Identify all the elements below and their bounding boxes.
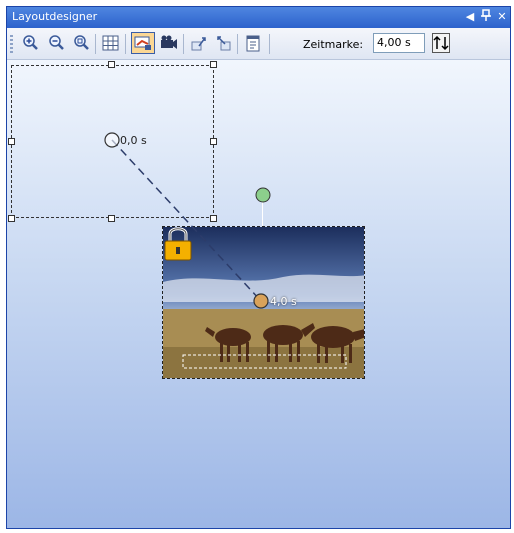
end-time-marker[interactable] bbox=[253, 293, 269, 309]
up-down-arrow-icon bbox=[433, 35, 449, 51]
camera-icon bbox=[161, 35, 177, 49]
grid-icon bbox=[102, 35, 119, 51]
motion-path-button[interactable] bbox=[131, 32, 155, 54]
zoom-out-button[interactable] bbox=[46, 33, 66, 53]
properties-icon bbox=[246, 35, 260, 52]
camera-button[interactable] bbox=[159, 33, 179, 53]
time-spin-button[interactable] bbox=[432, 33, 450, 53]
bring-forward-icon bbox=[191, 37, 206, 51]
toolbar-grip[interactable] bbox=[10, 35, 13, 53]
end-time-label: 4,0 s bbox=[270, 295, 297, 308]
toolbar-separator bbox=[95, 34, 96, 54]
motion-path-icon bbox=[134, 36, 151, 50]
lock-icon[interactable] bbox=[162, 224, 194, 264]
grid-button[interactable] bbox=[101, 33, 121, 53]
layoutdesigner-panel: Layoutdesigner ◀ ✕ Zeitmarke: 4,00 s 0,0… bbox=[6, 6, 511, 529]
bring-forward-button[interactable] bbox=[189, 33, 209, 53]
zoom-fit-button[interactable] bbox=[71, 33, 91, 53]
zoom-in-icon bbox=[23, 35, 38, 50]
toolbar: Zeitmarke: 4,00 s bbox=[7, 28, 510, 60]
zoom-in-button[interactable] bbox=[20, 33, 40, 53]
properties-button[interactable] bbox=[243, 33, 263, 53]
toolbar-separator bbox=[237, 34, 238, 54]
toolbar-separator bbox=[183, 34, 184, 54]
window-title: Layoutdesigner bbox=[12, 10, 98, 23]
zeitmarke-input[interactable]: 4,00 s bbox=[373, 33, 425, 53]
layout-canvas[interactable]: 0,0 s 4,0 s bbox=[7, 60, 510, 528]
close-icon[interactable]: ✕ bbox=[495, 9, 509, 25]
send-backward-button[interactable] bbox=[213, 33, 233, 53]
start-time-label: 0,0 s bbox=[120, 134, 147, 147]
zeitmarke-label: Zeitmarke: bbox=[303, 38, 364, 51]
send-backward-icon bbox=[217, 36, 231, 51]
toolbar-separator bbox=[125, 34, 126, 54]
toolbar-separator bbox=[269, 34, 270, 54]
zoom-out-icon bbox=[49, 35, 64, 50]
pin-icon[interactable] bbox=[479, 9, 493, 25]
zoom-fit-icon bbox=[74, 35, 89, 50]
start-time-marker[interactable] bbox=[104, 132, 120, 148]
title-bar[interactable]: Layoutdesigner ◀ ✕ bbox=[7, 7, 510, 28]
dropdown-arrow-icon[interactable]: ◀ bbox=[463, 9, 477, 25]
